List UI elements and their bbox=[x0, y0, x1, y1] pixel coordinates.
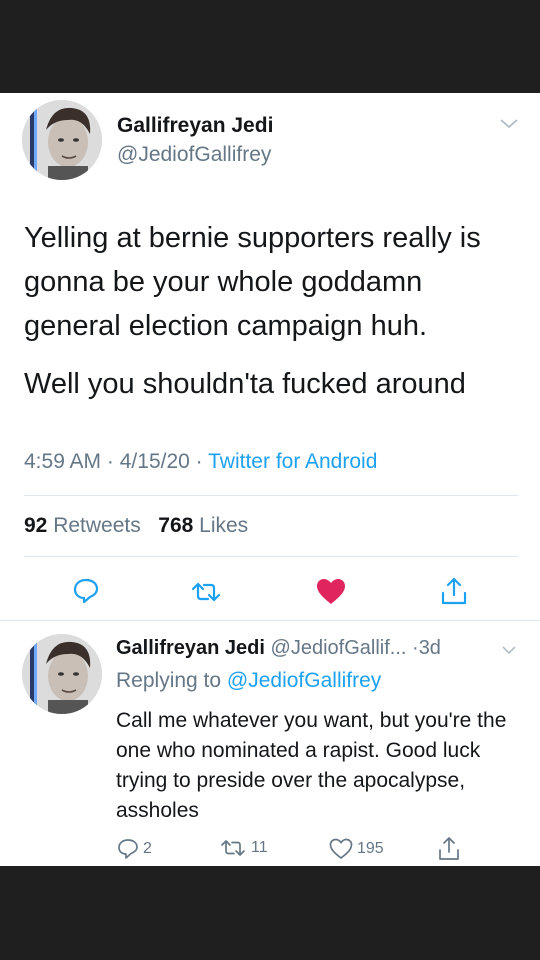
display-name[interactable]: Gallifreyan Jedi bbox=[117, 114, 273, 138]
heart-icon[interactable] bbox=[316, 578, 346, 606]
reply-bubble-icon bbox=[118, 839, 138, 859]
tweet-time: 4:59 AM bbox=[24, 450, 102, 473]
retweets-stat[interactable]: 92 Retweets bbox=[24, 514, 141, 537]
bottom-black-band bbox=[0, 866, 540, 960]
tweet-text: Yelling at bernie supporters really is g… bbox=[24, 216, 524, 420]
retweets-count: 92 bbox=[24, 514, 48, 537]
retweet-icon bbox=[221, 840, 245, 856]
tweet-metadata: 4:59 AM · 4/15/20 · Twitter for Android bbox=[24, 450, 377, 474]
tweet-text-paragraph-2: Well you shouldn'ta fucked around bbox=[24, 368, 466, 400]
tweet-source-link[interactable]: Twitter for Android bbox=[208, 450, 377, 473]
retweet-action[interactable]: 11 bbox=[219, 838, 268, 858]
divider bbox=[0, 620, 540, 621]
avatar[interactable] bbox=[22, 634, 102, 714]
divider bbox=[24, 556, 518, 557]
retweet-icon[interactable] bbox=[189, 580, 223, 604]
meta-separator: · bbox=[195, 450, 203, 473]
chevron-down-icon[interactable] bbox=[500, 643, 518, 657]
replying-to-mention[interactable]: @JediofGallifrey bbox=[227, 669, 381, 692]
tweet-date: 4/15/20 bbox=[119, 450, 190, 473]
retweets-label: Retweets bbox=[53, 514, 141, 537]
like-count: 195 bbox=[357, 840, 384, 857]
reply-separator: · bbox=[412, 637, 419, 659]
likes-label: Likes bbox=[199, 514, 249, 537]
chevron-down-icon[interactable] bbox=[498, 116, 520, 132]
avatar[interactable] bbox=[22, 100, 102, 180]
tweet-stats: 92 Retweets 768 Likes bbox=[24, 514, 248, 538]
divider bbox=[24, 495, 518, 496]
reply-handle[interactable]: @JediofGallif... bbox=[271, 637, 407, 659]
reply-header: Gallifreyan Jedi @JediofGallif... ·3d bbox=[116, 637, 441, 660]
like-action[interactable]: 195 bbox=[329, 838, 384, 860]
heart-icon bbox=[329, 838, 353, 860]
top-black-band bbox=[0, 0, 540, 93]
likes-stat[interactable]: 768 Likes bbox=[158, 514, 248, 537]
reply-age: 3d bbox=[418, 637, 441, 659]
meta-separator: · bbox=[106, 450, 114, 473]
share-icon[interactable] bbox=[437, 836, 461, 862]
reply-display-name[interactable]: Gallifreyan Jedi bbox=[116, 637, 265, 659]
tweet-text-paragraph-1: Yelling at bernie supporters really is g… bbox=[24, 222, 481, 342]
share-icon[interactable] bbox=[440, 576, 468, 606]
replying-to-label: Replying to bbox=[116, 669, 222, 692]
reply-action[interactable]: 2 bbox=[117, 838, 152, 860]
user-handle[interactable]: @JediofGallifrey bbox=[117, 143, 271, 167]
likes-count: 768 bbox=[158, 514, 194, 537]
reply-bubble-icon[interactable] bbox=[72, 577, 100, 605]
reply-count: 2 bbox=[143, 840, 152, 857]
replying-to: Replying to @JediofGallifrey bbox=[116, 669, 381, 693]
retweet-count: 11 bbox=[251, 839, 268, 856]
reply-text: Call me whatever you want, but you're th… bbox=[116, 709, 507, 822]
